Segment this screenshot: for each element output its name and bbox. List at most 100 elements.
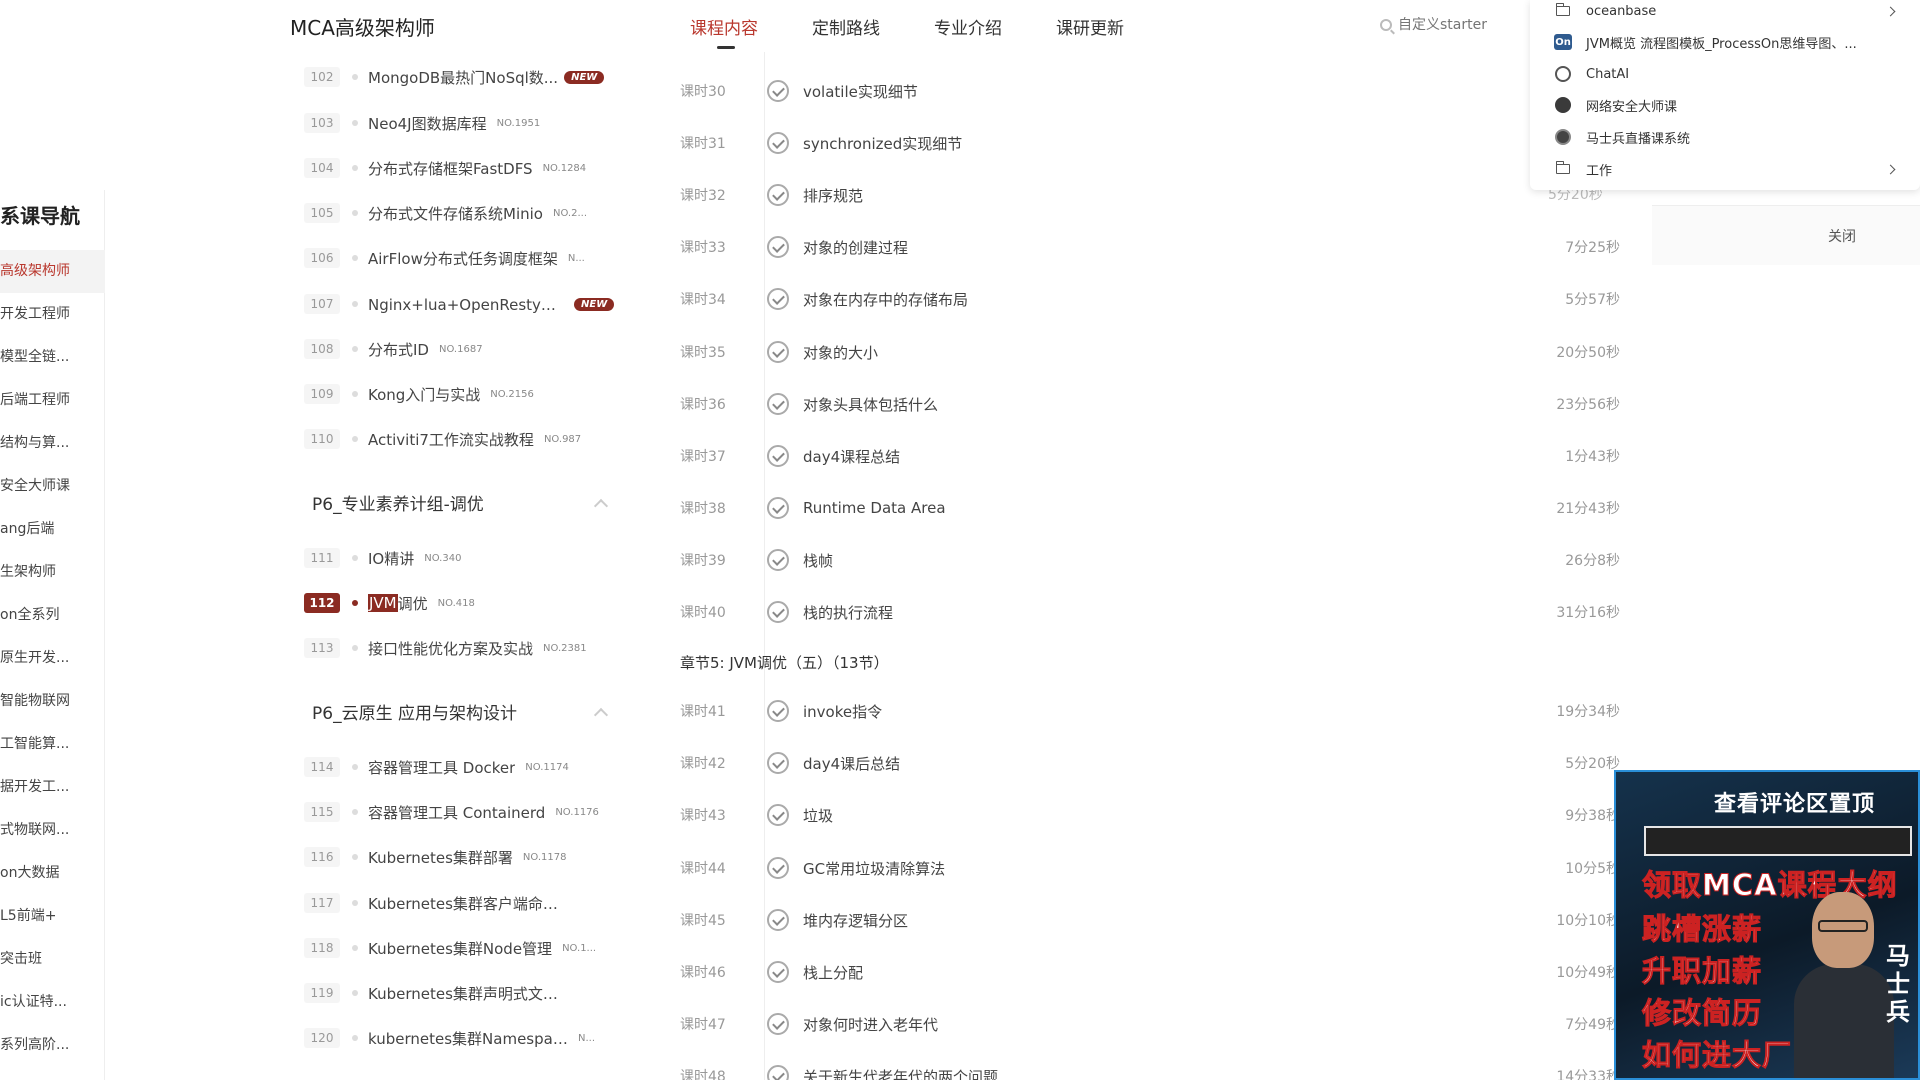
course-item[interactable]: 102 MongoDB最热门NoSql数... NEW — [290, 62, 630, 92]
lesson-row[interactable]: 课时33 对象的创建过程 7分25秒 — [680, 230, 1620, 264]
lesson-duration: 21分43秒 — [1556, 501, 1620, 517]
course-item[interactable]: 116 Kubernetes集群部署 NO.1178 — [290, 842, 630, 872]
check-circle-icon — [767, 961, 789, 983]
course-title: 分布式存储框架FastDFS — [368, 159, 533, 178]
chapter-title[interactable]: 章节5: JVM调优（五）（13节） — [680, 652, 889, 673]
search-input[interactable] — [1398, 17, 1518, 33]
lesson-row[interactable]: 课时40 栈的执行流程 31分16秒 — [680, 595, 1620, 629]
lesson-row[interactable]: 课时39 栈帧 26分8秒 — [680, 543, 1620, 577]
chevron-up-icon[interactable] — [593, 498, 609, 513]
left-nav-item[interactable]: 工智能算... — [0, 723, 105, 766]
course-number: 112 — [304, 593, 340, 613]
bullet-dot — [352, 301, 358, 307]
lesson-row[interactable]: 课时46 栈上分配 10分49秒 — [680, 955, 1620, 989]
course-item[interactable]: 118 Kubernetes集群Node管理 NO.1... — [290, 933, 630, 963]
tab-course-updates[interactable]: 课研更新 — [1056, 14, 1124, 39]
course-item[interactable]: 115 容器管理工具 Containerd NO.1176 — [290, 797, 630, 827]
lesson-row[interactable]: 课时44 GC常用垃圾清除算法 10分5秒 — [680, 851, 1620, 885]
left-nav-item[interactable]: on大数据 — [0, 852, 105, 895]
check-circle-icon — [767, 236, 789, 258]
course-item[interactable]: 113 接口性能优化方案及实战 NO.2381 — [290, 633, 630, 663]
course-item[interactable]: 108 分布式ID NO.1687 — [290, 334, 630, 364]
course-item[interactable]: 107 Nginx+lua+OpenResty高... NEW — [290, 289, 630, 319]
lesson-title: 对象在内存中的存储布局 — [803, 290, 969, 309]
course-item[interactable]: 119 Kubernetes集群声明式文件YA... — [290, 978, 630, 1008]
bookmark-folder-oceanbase[interactable]: oceanbase — [1554, 0, 1904, 25]
left-nav-item[interactable]: 结构与算... — [0, 422, 105, 465]
tab-custom-route[interactable]: 定制路线 — [812, 14, 880, 39]
brand-title[interactable]: MCA高级架构师 — [290, 12, 435, 41]
bookmark-processon[interactable]: On JVM概览 流程图模板_ProcessOn思维导图、... — [1554, 28, 1904, 56]
course-item[interactable]: 103 Neo4J图数据库程 NO.1951 — [290, 108, 630, 138]
lesson-row[interactable]: 课时35 对象的大小 20分50秒 — [680, 335, 1620, 369]
lesson-row[interactable]: 课时32 排序规范 — [680, 178, 1620, 212]
course-item[interactable]: 120 kubernetes集群Namespace N... — [290, 1023, 630, 1053]
lesson-list: 课时30 volatile实现细节 课时31 synchronized实现细节 … — [660, 52, 1620, 1080]
course-no: NO.2... — [552, 207, 587, 219]
lesson-row[interactable]: 课时41 invoke指令 19分34秒 — [680, 694, 1620, 728]
left-nav-item[interactable]: 高级架构师 — [0, 250, 105, 293]
left-nav-item[interactable]: 后端工程师 — [0, 379, 105, 422]
lesson-row[interactable]: 课时37 day4课程总结 1分43秒 — [680, 439, 1620, 473]
lesson-row[interactable]: 课时48 关于新生代老年代的两个问题 14分33秒 — [680, 1059, 1620, 1080]
course-item[interactable]: 110 Activiti7工作流实战教程 NO.987 — [290, 424, 630, 454]
left-nav-item[interactable]: 智能物联网 — [0, 680, 105, 723]
lesson-title: 对象头具体包括什么 — [803, 395, 939, 414]
group-title: P6_专业素养计组-调优 — [312, 495, 484, 515]
left-nav-item[interactable]: 开发工程师 — [0, 293, 105, 336]
course-item[interactable]: 109 Kong入门与实战 NO.2156 — [290, 379, 630, 409]
left-nav-item[interactable]: 生架构师 — [0, 551, 105, 594]
lesson-number: 课时40 — [680, 605, 726, 621]
lesson-row[interactable]: 课时30 volatile实现细节 — [680, 74, 1620, 108]
course-title-highlight: JVM — [368, 594, 398, 612]
left-nav-item[interactable]: 系列高阶... — [0, 1024, 105, 1067]
tab-course-content[interactable]: 课程内容 — [690, 14, 758, 49]
left-nav-item[interactable]: 模型全链... — [0, 336, 105, 379]
lesson-row[interactable]: 课时47 对象何时进入老年代 7分49秒 — [680, 1007, 1620, 1041]
course-no: N... — [578, 1032, 596, 1044]
lesson-row[interactable]: 课时38 Runtime Data Area 21分43秒 — [680, 491, 1620, 525]
left-nav-item[interactable]: 安全大师课 — [0, 465, 105, 508]
course-item[interactable]: 111 IO精讲 NO.340 — [290, 543, 630, 573]
course-item[interactable]: 117 Kubernetes集群客户端命令kub... — [290, 888, 630, 918]
chevron-right-icon — [1885, 6, 1896, 16]
bookmark-folder-work[interactable]: 工作 — [1554, 155, 1904, 183]
bullet-dot — [352, 74, 358, 80]
bookmark-chatai[interactable]: ChatAI — [1554, 60, 1904, 88]
lesson-row[interactable]: 课时43 垃圾 9分38秒 — [680, 798, 1620, 832]
left-nav-item[interactable]: L5前端+ — [0, 895, 105, 938]
tab-major-intro[interactable]: 专业介绍 — [934, 14, 1002, 39]
chevron-up-icon[interactable] — [593, 707, 609, 722]
course-no: NO.1... — [562, 942, 597, 954]
left-nav-item[interactable]: ang后端 — [0, 508, 105, 551]
course-item[interactable]: 105 分布式文件存储系统Minio NO.2... — [290, 198, 630, 228]
lesson-row[interactable]: 课时36 对象头具体包括什么 23分56秒 — [680, 387, 1620, 421]
promo-ad[interactable]: 查看评论区置顶 领取MCA课程大纲 跳槽涨薪 升职加薪 修改简历 如何进大厂 马… — [1614, 770, 1920, 1080]
course-title: Activiti7工作流实战教程 — [368, 430, 534, 449]
course-group-header[interactable]: P6_云原生 应用与架构设计 — [312, 699, 612, 724]
course-item-active[interactable]: 112 JVM 调优 NO.418 — [290, 588, 630, 618]
search-box[interactable] — [1380, 12, 1530, 38]
lesson-row[interactable]: 课时45 堆内存逻辑分区 10分10秒 — [680, 903, 1620, 937]
bookmark-live-system[interactable]: 马士兵直播课系统 — [1554, 123, 1904, 151]
lesson-number: 课时31 — [680, 136, 726, 152]
left-nav-item[interactable]: on全系列 — [0, 594, 105, 637]
lesson-number: 课时45 — [680, 913, 726, 929]
course-title: kubernetes集群Namespace — [368, 1029, 568, 1048]
course-group-header[interactable]: P6_专业素养计组-调优 — [312, 490, 612, 515]
left-nav-item[interactable]: 式物联网... — [0, 809, 105, 852]
bookmark-security-course[interactable]: 网络安全大师课 — [1554, 91, 1904, 119]
lesson-title: 垃圾 — [803, 806, 834, 825]
left-nav-item[interactable]: 突击班 — [0, 938, 105, 981]
lesson-row[interactable]: 课时31 synchronized实现细节 — [680, 126, 1620, 160]
course-item[interactable]: 104 分布式存储框架FastDFS NO.1284 — [290, 153, 630, 183]
left-nav-item[interactable]: 据开发工... — [0, 766, 105, 809]
lesson-row[interactable]: 课时42 day4课后总结 5分20秒 — [680, 746, 1620, 780]
course-item[interactable]: 106 AirFlow分布式任务调度框架 N... — [290, 243, 630, 273]
left-nav-item[interactable]: 原生开发... — [0, 637, 105, 680]
lesson-title: 栈上分配 — [803, 963, 864, 982]
lesson-row[interactable]: 课时34 对象在内存中的存储布局 5分57秒 — [680, 282, 1620, 316]
left-nav-item[interactable]: ic认证特... — [0, 981, 105, 1024]
close-button[interactable]: 关闭 — [1828, 226, 1856, 246]
course-item[interactable]: 114 容器管理工具 Docker NO.1174 — [290, 752, 630, 782]
